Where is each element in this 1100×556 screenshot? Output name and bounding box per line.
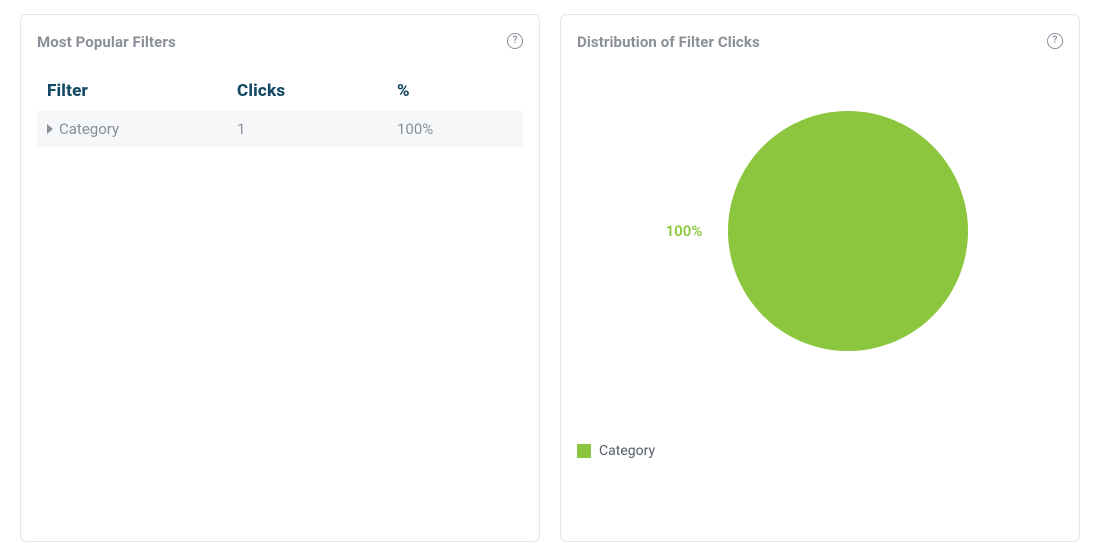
most-popular-filters-panel: Most Popular Filters ? Filter Clicks % C…	[20, 14, 540, 542]
legend-label[interactable]: Category	[599, 443, 655, 459]
distribution-panel: Distribution of Filter Clicks ? 100% Cat…	[560, 14, 1080, 542]
table-row[interactable]: Category 1 100%	[37, 111, 523, 147]
column-header-clicks[interactable]: Clicks	[237, 81, 397, 101]
help-icon[interactable]: ?	[507, 33, 523, 49]
pie-chart: 100% Category	[577, 71, 1063, 471]
legend-swatch	[577, 444, 591, 458]
pie-slice-label: 100%	[666, 222, 703, 240]
table-header-row: Filter Clicks %	[37, 73, 523, 111]
pie-area: 100%	[577, 111, 1063, 351]
panel-header: Distribution of Filter Clicks ?	[577, 33, 1063, 51]
chevron-right-icon[interactable]	[47, 124, 53, 134]
cell-clicks: 1	[237, 120, 397, 138]
column-header-filter[interactable]: Filter	[47, 81, 237, 101]
panel-title: Most Popular Filters	[37, 33, 176, 51]
cell-filter-label: Category	[59, 120, 119, 138]
help-icon[interactable]: ?	[1047, 33, 1063, 49]
column-header-percent[interactable]: %	[397, 81, 513, 101]
panel-title: Distribution of Filter Clicks	[577, 33, 760, 51]
chart-legend: Category	[577, 443, 655, 459]
cell-filter: Category	[47, 120, 237, 138]
filters-table: Filter Clicks % Category 1 100%	[37, 73, 523, 147]
cell-percent: 100%	[397, 120, 513, 138]
pie-slice-category[interactable]	[728, 111, 968, 351]
panel-header: Most Popular Filters ?	[37, 33, 523, 51]
